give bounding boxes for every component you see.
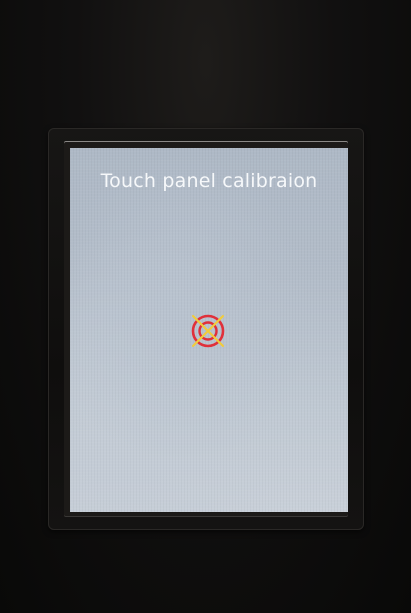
touch-screen[interactable]: Touch panel calibraion — [70, 148, 348, 512]
calibration-title: Touch panel calibraion — [100, 170, 318, 192]
device-photo: Touch panel calibraion — [0, 0, 411, 613]
crosshair-target-icon[interactable] — [188, 311, 228, 351]
